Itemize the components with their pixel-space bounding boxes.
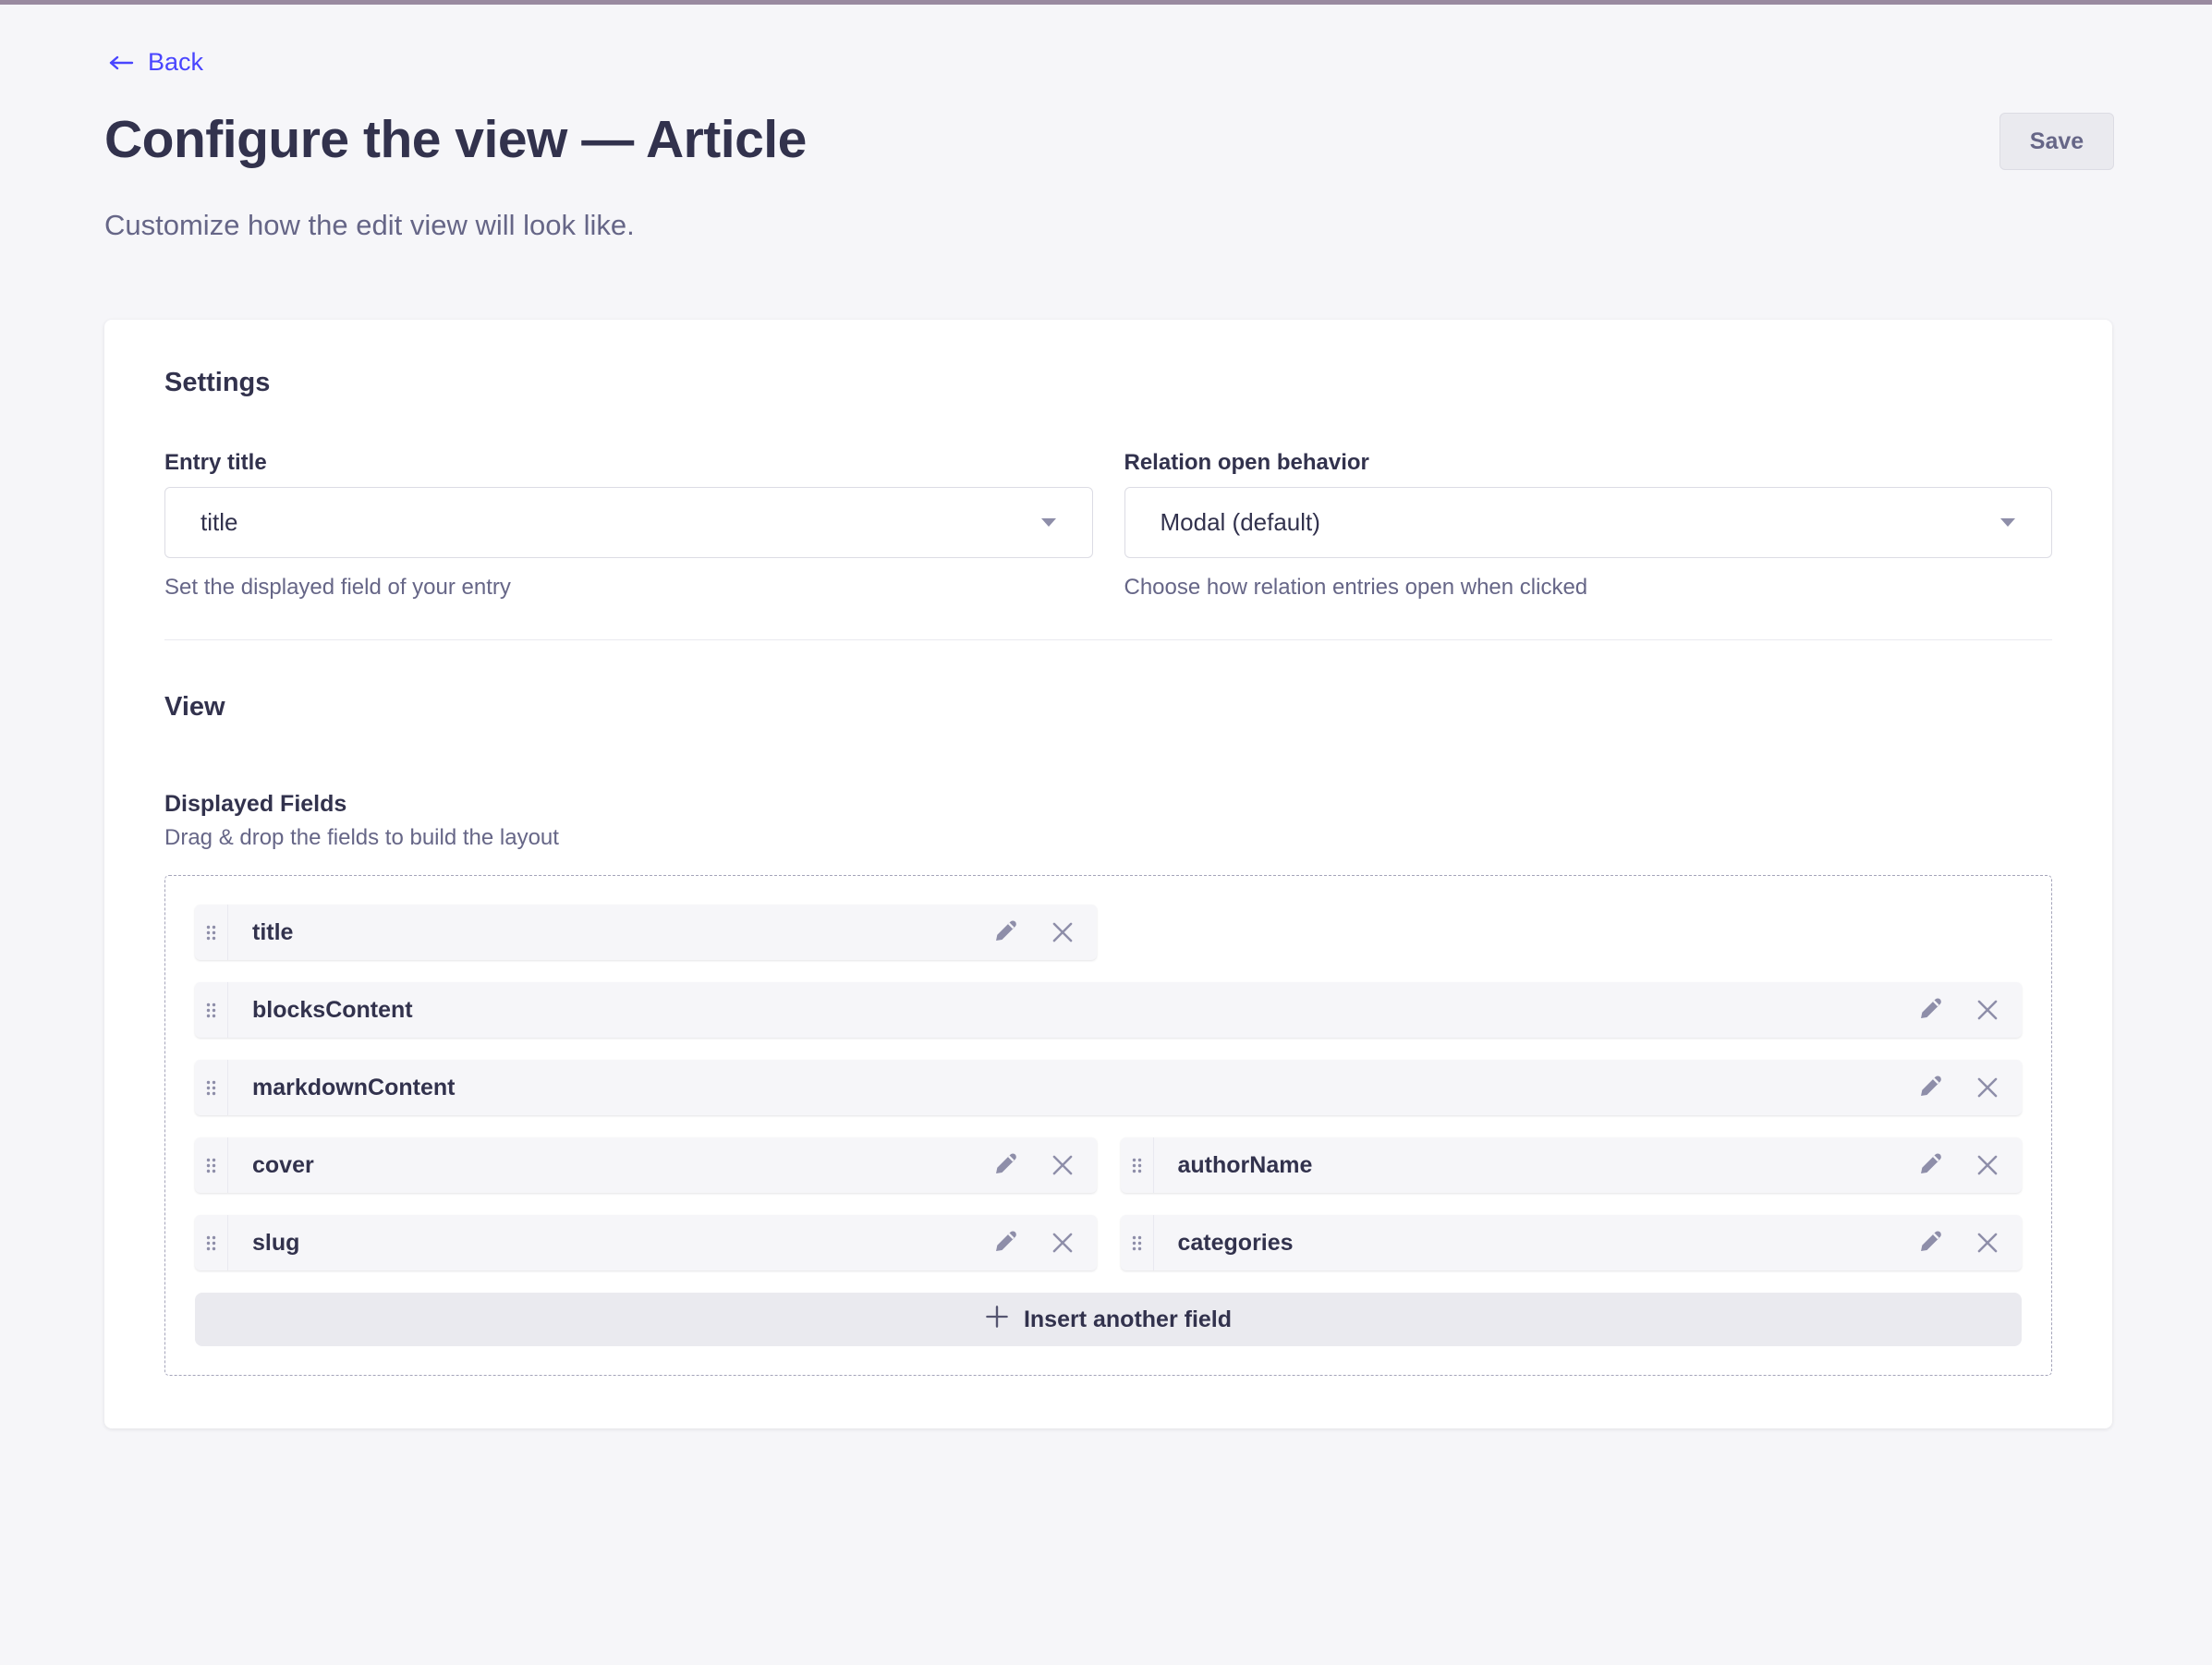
save-button[interactable]: Save: [1999, 113, 2114, 170]
back-label: Back: [148, 48, 203, 77]
field-line: markdownContent: [195, 1060, 2022, 1115]
edit-pencil-icon[interactable]: [991, 919, 1017, 945]
field-label: cover: [252, 1152, 314, 1179]
remove-x-icon[interactable]: [1975, 1076, 1999, 1100]
field-row-blocksContent[interactable]: blocksContent: [195, 982, 2022, 1038]
entry-title-label: Entry title: [164, 450, 1093, 476]
displayed-fields-subtitle: Drag & drop the fields to build the layo…: [164, 825, 2052, 851]
field-label: blocksContent: [252, 997, 413, 1024]
remove-x-icon[interactable]: [1051, 1153, 1075, 1177]
remove-x-icon[interactable]: [1975, 1231, 1999, 1255]
entry-title-value: title: [201, 508, 237, 537]
relation-behavior-field: Relation open behavior Modal (default) C…: [1124, 450, 2053, 601]
drag-handle-icon[interactable]: [1121, 1215, 1154, 1270]
settings-heading: Settings: [164, 368, 2052, 398]
relation-behavior-hint: Choose how relation entries open when cl…: [1124, 575, 2053, 601]
field-row-title[interactable]: title: [195, 905, 1097, 960]
remove-x-icon[interactable]: [1051, 1231, 1075, 1255]
page-title: Configure the view — Article: [104, 109, 807, 170]
edit-pencil-icon[interactable]: [1916, 1230, 1942, 1256]
field-label: authorName: [1178, 1152, 1313, 1179]
field-line: blocksContent: [195, 982, 2022, 1038]
relation-behavior-select[interactable]: Modal (default): [1124, 487, 2053, 558]
displayed-fields-title: Displayed Fields: [164, 791, 2052, 818]
field-line: slug categories: [195, 1215, 2022, 1270]
drag-handle-icon[interactable]: [195, 1137, 228, 1193]
relation-behavior-label: Relation open behavior: [1124, 450, 2053, 476]
drag-handle-icon[interactable]: [195, 1215, 228, 1270]
field-label: slug: [252, 1230, 299, 1257]
edit-pencil-icon[interactable]: [991, 1152, 1017, 1178]
remove-x-icon[interactable]: [1051, 920, 1075, 944]
drag-handle-icon[interactable]: [195, 1060, 228, 1115]
relation-behavior-value: Modal (default): [1161, 508, 1320, 537]
edit-pencil-icon[interactable]: [991, 1230, 1017, 1256]
field-row-markdownContent[interactable]: markdownContent: [195, 1060, 2022, 1115]
plus-icon: [985, 1305, 1009, 1335]
page-subtitle: Customize how the edit view will look li…: [104, 209, 635, 242]
field-label: markdownContent: [252, 1075, 455, 1101]
field-row-slug[interactable]: slug: [195, 1215, 1097, 1270]
drag-handle-icon[interactable]: [195, 982, 228, 1038]
field-row-cover[interactable]: cover: [195, 1137, 1097, 1193]
chevron-down-icon: [1999, 517, 2016, 528]
field-label: categories: [1178, 1230, 1294, 1257]
configuration-card: Settings Entry title title Set the displ…: [104, 320, 2112, 1428]
drag-handle-icon[interactable]: [1121, 1137, 1154, 1193]
drag-handle-icon[interactable]: [195, 905, 228, 960]
back-link[interactable]: Back: [109, 48, 203, 77]
field-row-authorName[interactable]: authorName: [1121, 1137, 2023, 1193]
top-accent-bar: [0, 0, 2212, 5]
remove-x-icon[interactable]: [1975, 1153, 1999, 1177]
settings-grid: Entry title title Set the displayed fiel…: [164, 450, 2052, 601]
field-row-categories[interactable]: categories: [1121, 1215, 2023, 1270]
edit-pencil-icon[interactable]: [1916, 1075, 1942, 1100]
entry-title-select[interactable]: title: [164, 487, 1093, 558]
field-line: title: [195, 905, 2022, 960]
entry-title-hint: Set the displayed field of your entry: [164, 575, 1093, 601]
insert-another-field-button[interactable]: Insert another field: [195, 1293, 2022, 1346]
insert-another-field-label: Insert another field: [1024, 1306, 1232, 1333]
field-line: cover authorName: [195, 1137, 2022, 1193]
remove-x-icon[interactable]: [1975, 998, 1999, 1022]
edit-pencil-icon[interactable]: [1916, 997, 1942, 1023]
chevron-down-icon: [1040, 517, 1057, 528]
fields-drop-zone: title blocksContent: [164, 875, 2052, 1376]
entry-title-field: Entry title title Set the displayed fiel…: [164, 450, 1093, 601]
section-divider: [164, 639, 2052, 640]
view-heading: View: [164, 692, 2052, 723]
back-arrow-icon: [109, 55, 134, 70]
edit-pencil-icon[interactable]: [1916, 1152, 1942, 1178]
field-label: title: [252, 919, 293, 946]
